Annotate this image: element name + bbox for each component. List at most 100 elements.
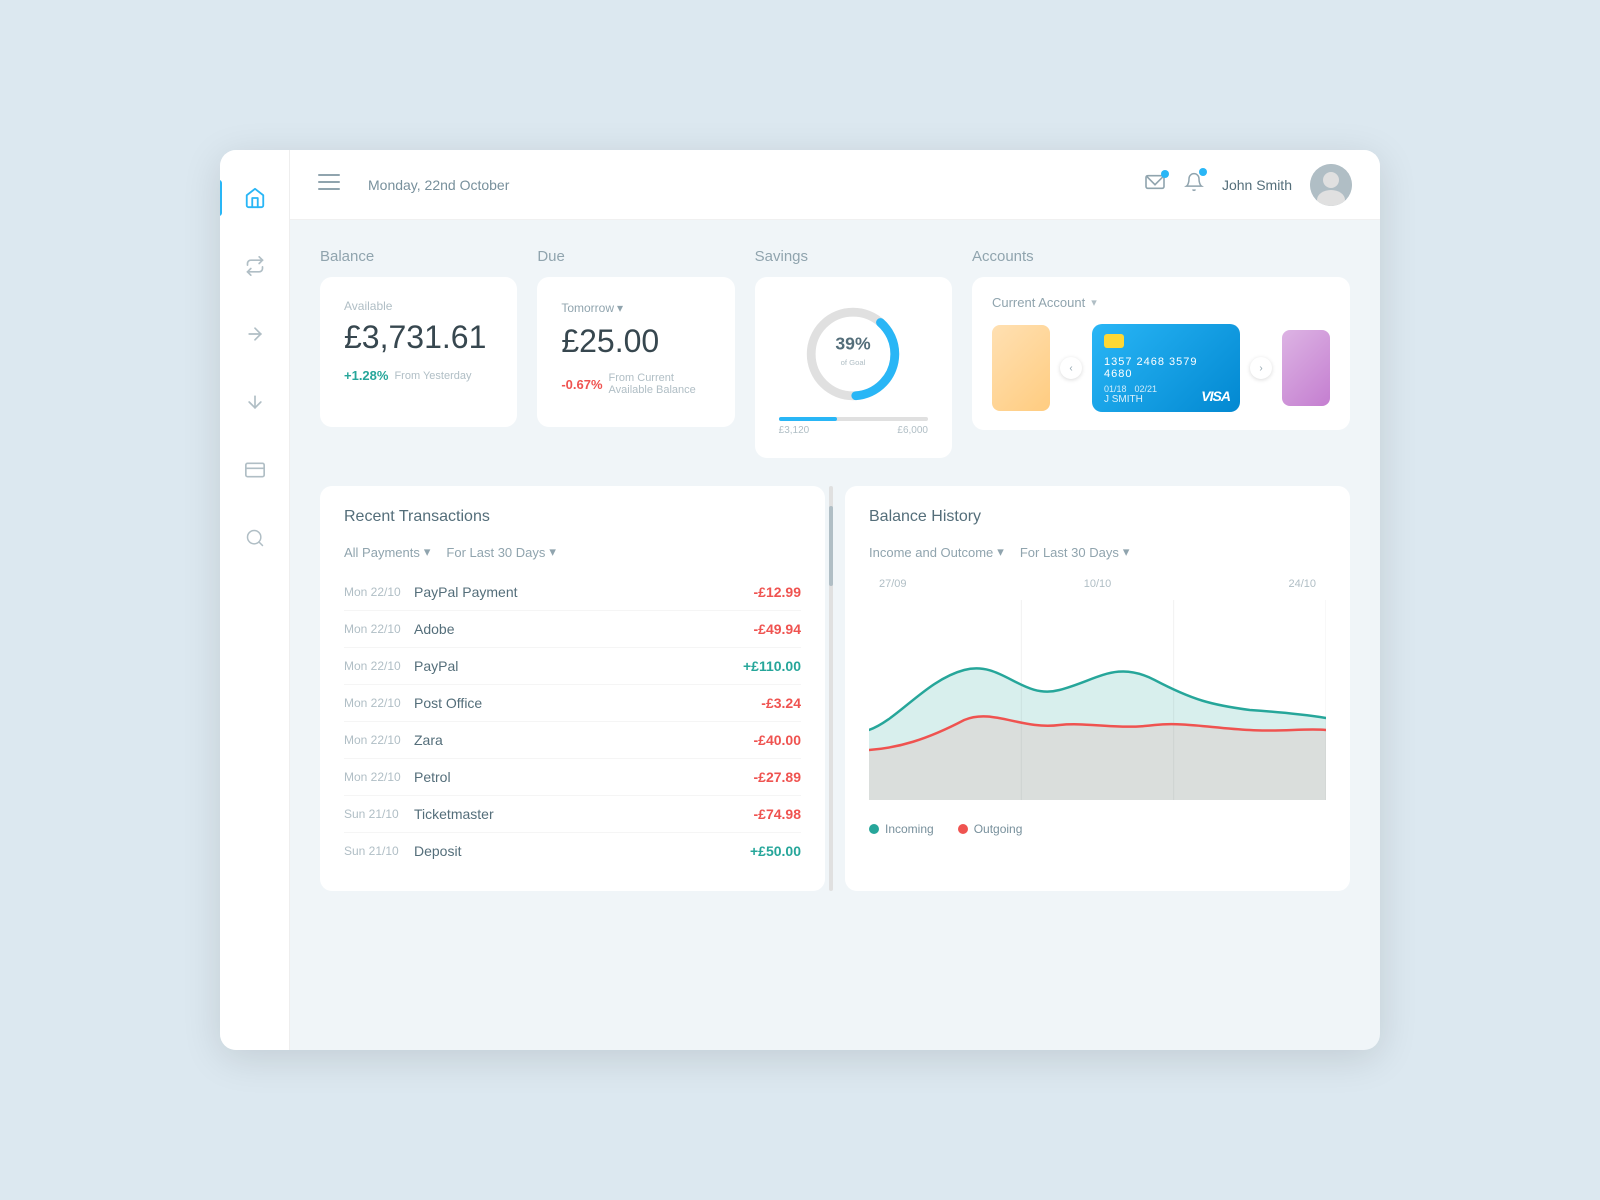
tx-name: Post Office: [414, 695, 761, 711]
credit-card-main[interactable]: 1357 2468 3579 4680 01/18 02/21 J SMITH …: [1092, 324, 1240, 412]
history-filters: Income and Outcome ▾ For Last 30 Days ▾: [869, 544, 1326, 560]
balance-title: Balance: [320, 248, 517, 265]
outgoing-dot: [958, 824, 968, 834]
outgoing-label: Outgoing: [974, 822, 1023, 836]
incoming-dot: [869, 824, 879, 834]
transactions-filters: All Payments ▾ For Last 30 Days ▾: [344, 544, 801, 560]
period-filter-button[interactable]: For Last 30 Days ▾: [446, 544, 556, 560]
balance-change: +1.28%: [344, 368, 388, 383]
mail-button[interactable]: [1144, 173, 1166, 197]
card-next-button[interactable]: ›: [1250, 357, 1272, 379]
chart-label-1: 27/09: [879, 578, 907, 590]
main-content: Monday, 22nd October John Smith: [290, 150, 1380, 1050]
notification-button[interactable]: [1184, 171, 1204, 199]
header-actions: John Smith: [1144, 164, 1352, 206]
transactions-card: Recent Transactions All Payments ▾ For L…: [320, 486, 825, 891]
tx-name: PayPal: [414, 658, 743, 674]
avatar[interactable]: [1310, 164, 1352, 206]
card-beige[interactable]: [992, 325, 1050, 411]
chart-legend: Incoming Outgoing: [869, 816, 1326, 836]
tx-name: PayPal Payment: [414, 584, 754, 600]
donut-chart: 39% of Goal: [779, 299, 928, 409]
card-brand: VISA: [1201, 388, 1230, 404]
due-section: Due Tomorrow ▾ £25.00 -0.67% From Curren…: [537, 248, 734, 458]
cards-row: ‹ 1357 2468 3579 4680 01/18 02/21 J SMIT…: [992, 324, 1330, 412]
savings-title: Savings: [755, 248, 952, 265]
chart-label-3: 24/10: [1288, 578, 1316, 590]
table-row: Sun 21/10 Ticketmaster -£74.98: [344, 796, 801, 833]
balance-available-label: Available: [344, 299, 493, 313]
savings-min: £3,120: [779, 425, 810, 436]
card-chip: [1104, 334, 1124, 348]
payments-filter-button[interactable]: All Payments ▾: [344, 544, 430, 560]
tx-amount: +£50.00: [750, 843, 801, 859]
legend-outgoing: Outgoing: [958, 822, 1023, 836]
savings-max: £6,000: [897, 425, 928, 436]
history-type-label: Income and Outcome: [869, 545, 993, 560]
header: Monday, 22nd October John Smith: [290, 150, 1380, 220]
card-purple[interactable]: [1282, 330, 1330, 406]
chart-labels: 27/09 10/10 24/10: [869, 578, 1326, 590]
balance-chart: [869, 600, 1326, 800]
card-expiry2: 02/21: [1135, 384, 1158, 394]
savings-section: Savings 39% of Goal: [755, 248, 952, 458]
accounts-title: Accounts: [972, 248, 1350, 265]
account-chevron-icon[interactable]: ▾: [1091, 296, 1097, 309]
tx-name: Petrol: [414, 769, 754, 785]
card-expiry1: 01/18: [1104, 384, 1127, 394]
tx-date: Sun 21/10: [344, 844, 414, 858]
tx-name: Ticketmaster: [414, 806, 754, 822]
sidebar-item-transfer[interactable]: [237, 248, 273, 284]
history-period-filter-button[interactable]: For Last 30 Days ▾: [1020, 544, 1130, 560]
table-row: Mon 22/10 Post Office -£3.24: [344, 685, 801, 722]
history-type-filter-button[interactable]: Income and Outcome ▾: [869, 544, 1004, 560]
tx-date: Mon 22/10: [344, 622, 414, 636]
tx-date: Sun 21/10: [344, 807, 414, 821]
due-period-dropdown[interactable]: Tomorrow ▾: [561, 301, 623, 315]
due-card: Tomorrow ▾ £25.00 -0.67% From Current Av…: [537, 277, 734, 427]
sidebar-item-home[interactable]: [237, 180, 273, 216]
chart-label-2: 10/10: [1084, 578, 1112, 590]
table-row: Mon 22/10 Petrol -£27.89: [344, 759, 801, 796]
history-type-chevron-icon: ▾: [997, 544, 1004, 560]
card-number: 1357 2468 3579 4680: [1104, 356, 1228, 380]
balance-section: Balance Available £3,731.61 +1.28% From …: [320, 248, 517, 458]
tx-name: Zara: [414, 732, 754, 748]
scrollbar[interactable]: [829, 486, 833, 891]
payments-chevron-icon: ▾: [424, 544, 431, 560]
table-row: Mon 22/10 Zara -£40.00: [344, 722, 801, 759]
balance-card: Available £3,731.61 +1.28% From Yesterda…: [320, 277, 517, 427]
tx-amount: -£27.89: [754, 769, 801, 785]
table-row: Sun 21/10 Deposit +£50.00: [344, 833, 801, 869]
svg-text:39%: 39%: [836, 334, 872, 354]
table-row: Mon 22/10 Adobe -£49.94: [344, 611, 801, 648]
balance-from: From Yesterday: [394, 370, 471, 382]
tx-amount: -£49.94: [754, 621, 801, 637]
history-period-chevron-icon: ▾: [1123, 544, 1130, 560]
notification-badge: [1199, 168, 1207, 176]
tx-amount: -£12.99: [754, 584, 801, 600]
menu-button[interactable]: [318, 174, 348, 195]
sidebar-item-download[interactable]: [237, 384, 273, 420]
bottom-row: Recent Transactions All Payments ▾ For L…: [320, 486, 1350, 891]
payments-filter-label: All Payments: [344, 545, 420, 560]
tx-amount: -£3.24: [761, 695, 801, 711]
account-dropdown-label: Current Account: [992, 295, 1085, 310]
transactions-list: Mon 22/10 PayPal Payment -£12.99 Mon 22/…: [344, 574, 801, 869]
user-name: John Smith: [1222, 177, 1292, 193]
stats-row: Balance Available £3,731.61 +1.28% From …: [320, 248, 1350, 458]
tx-name: Deposit: [414, 843, 750, 859]
sidebar-item-cards[interactable]: [237, 452, 273, 488]
svg-text:of Goal: of Goal: [841, 358, 866, 367]
card-prev-button[interactable]: ‹: [1060, 357, 1082, 379]
tx-name: Adobe: [414, 621, 754, 637]
sidebar-item-send[interactable]: [237, 316, 273, 352]
transactions-title: Recent Transactions: [344, 508, 801, 526]
balance-value: £3,731.61: [344, 319, 493, 356]
accounts-section: Accounts Current Account ▾ ‹ 1357 2468 3…: [972, 248, 1350, 458]
sidebar-item-settings[interactable]: [237, 520, 273, 556]
scrollbar-thumb: [829, 506, 833, 586]
history-period-label: For Last 30 Days: [1020, 545, 1119, 560]
table-row: Mon 22/10 PayPal +£110.00: [344, 648, 801, 685]
incoming-label: Incoming: [885, 822, 934, 836]
